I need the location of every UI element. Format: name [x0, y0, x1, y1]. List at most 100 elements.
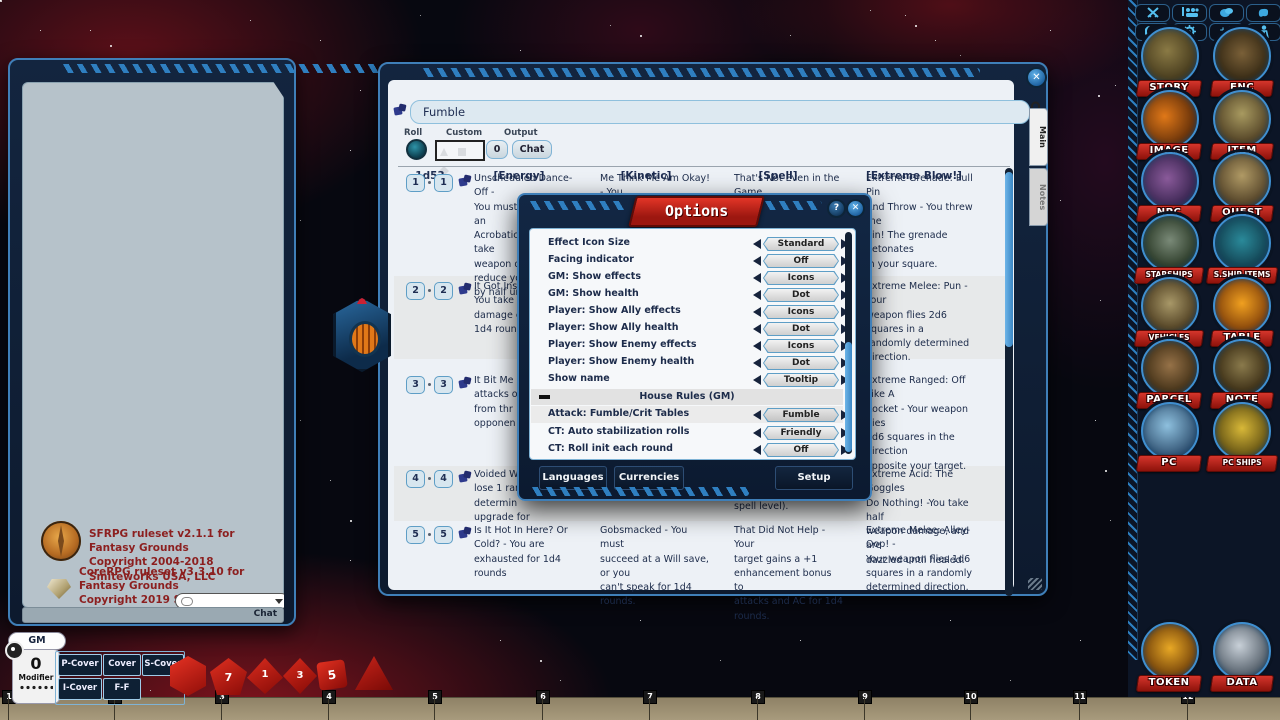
d4-die[interactable] [355, 656, 393, 690]
cycle-left-icon[interactable] [753, 273, 761, 283]
option-row[interactable]: CT: Auto stabilization rolls Friendly [531, 424, 843, 441]
p-cover-button[interactable]: P-Cover [58, 654, 102, 676]
options-title-banner[interactable]: Options [628, 196, 765, 227]
sidebar-portrait-enc[interactable] [1213, 27, 1271, 85]
option-value-pill[interactable]: Icons [763, 339, 839, 353]
sidebar-portrait-quest[interactable] [1213, 152, 1271, 210]
sidebar-portrait-story[interactable] [1141, 27, 1199, 85]
help-icon[interactable]: ? [827, 199, 846, 218]
map-edge[interactable] [0, 697, 1280, 720]
tab-main[interactable]: Main [1029, 108, 1048, 166]
option-row[interactable]: Player: Show Enemy effects Icons [531, 337, 843, 354]
setup-button[interactable]: Setup [775, 466, 853, 490]
chat-tab-label[interactable]: Chat [254, 609, 277, 619]
sidebar-item-token[interactable]: TOKEN [1136, 675, 1202, 692]
roll-from-badge[interactable]: 3 [406, 376, 425, 394]
option-value-pill[interactable]: Tooltip [763, 373, 839, 387]
roll-to-badge[interactable]: 3 [434, 376, 453, 394]
f-f-button[interactable]: F-F [103, 678, 141, 700]
option-value-pill[interactable]: Icons [763, 271, 839, 285]
cycle-left-icon[interactable] [753, 256, 761, 266]
table-scrollbar-track[interactable] [1005, 168, 1013, 596]
modifier-badge-icon[interactable] [5, 641, 24, 660]
row-dice-icon[interactable] [458, 174, 472, 188]
cycle-left-icon[interactable] [753, 341, 761, 351]
sidebar-portrait-npc[interactable] [1141, 152, 1199, 210]
option-row[interactable]: GM: Show effects Icons [531, 269, 843, 286]
options-dialog[interactable]: Options ? ✕ Effect Icon Size Standard Fa… [517, 193, 872, 501]
sidebar-item-pc-ships[interactable]: PC SHIPS [1206, 455, 1278, 472]
cycle-left-icon[interactable] [753, 410, 761, 420]
row-dice-icon[interactable] [458, 470, 472, 484]
sidebar-portrait-sship-items[interactable] [1213, 214, 1271, 272]
close-icon[interactable]: ✕ [846, 199, 865, 218]
option-row[interactable]: Effect Icon Size Standard [531, 235, 843, 252]
chat-window[interactable]: SFRPG ruleset v2.1.1 for Fantasy Grounds… [8, 58, 296, 626]
options-section-house-rules[interactable]: House Rules (GM) [531, 389, 843, 405]
option-row[interactable]: Player: Show Ally health Dot [531, 320, 843, 337]
option-value-pill[interactable]: Dot [763, 288, 839, 302]
sidebar-portrait-parcel[interactable] [1141, 339, 1199, 397]
option-value-pill[interactable]: Off [763, 254, 839, 268]
d8-die[interactable]: 3 [283, 658, 317, 694]
tokens-bag-button[interactable] [1209, 4, 1244, 22]
option-value-pill[interactable]: Dot [763, 356, 839, 370]
option-row[interactable]: GM: Show health Dot [531, 286, 843, 303]
combat-tracker-button[interactable] [1135, 4, 1170, 22]
option-value-pill[interactable]: Off [763, 443, 839, 457]
custom-count-button[interactable]: 0 [486, 140, 508, 159]
option-value-pill[interactable]: Friendly [763, 426, 839, 440]
options-scrollbar-thumb[interactable] [845, 342, 852, 452]
option-row[interactable]: Show name Tooltip [531, 371, 843, 388]
roll-to-badge[interactable]: 4 [434, 470, 453, 488]
table-title-field[interactable]: Fumble [410, 100, 1030, 124]
roll-from-badge[interactable]: 5 [406, 526, 425, 544]
cycle-left-icon[interactable] [753, 358, 761, 368]
option-row[interactable]: Player: Show Enemy health Dot [531, 354, 843, 371]
roll-from-badge[interactable]: 2 [406, 282, 425, 300]
cycle-left-icon[interactable] [753, 239, 761, 249]
output-chat-button[interactable]: Chat [512, 140, 552, 159]
chat-log[interactable]: SFRPG ruleset v2.1.1 for Fantasy Grounds… [22, 82, 284, 608]
option-value-pill[interactable]: Icons [763, 305, 839, 319]
roll-button[interactable] [406, 139, 427, 160]
maps-button[interactable] [1246, 4, 1280, 22]
d6-die[interactable]: 5 [316, 659, 348, 691]
d10-die[interactable]: 1 [247, 658, 283, 694]
tab-notes[interactable]: Notes [1029, 168, 1048, 226]
i-cover-button[interactable]: I-Cover [58, 678, 102, 700]
close-icon[interactable]: ✕ [1026, 67, 1047, 88]
cycle-left-icon[interactable] [753, 445, 761, 455]
party-sheet-button[interactable] [1172, 4, 1207, 22]
chat-entry-bar[interactable]: Chat [22, 607, 284, 623]
option-row[interactable]: Facing indicator Off [531, 252, 843, 269]
sidebar-portrait-data[interactable] [1213, 622, 1271, 680]
roll-to-badge[interactable]: 2 [434, 282, 453, 300]
roll-from-badge[interactable]: 1 [406, 174, 425, 192]
cycle-left-icon[interactable] [753, 290, 761, 300]
cycle-left-icon[interactable] [753, 307, 761, 317]
sidebar-portrait-note[interactable] [1213, 339, 1271, 397]
table-scrollbar-thumb[interactable] [1005, 172, 1013, 347]
sidebar-portrait-vehicles[interactable] [1141, 277, 1199, 335]
sidebar-item-data[interactable]: DATA [1210, 675, 1274, 692]
row-dice-icon[interactable] [458, 282, 472, 296]
d12-die[interactable]: 7 [210, 658, 247, 695]
options-scrollbar-track[interactable] [845, 232, 852, 454]
option-value-pill[interactable]: Dot [763, 322, 839, 336]
sidebar-portrait-table[interactable] [1213, 277, 1271, 335]
sidebar-portrait-item[interactable] [1213, 90, 1271, 148]
resize-grip[interactable] [1028, 578, 1042, 590]
option-value-pill[interactable]: Standard [763, 237, 839, 251]
sidebar-portrait-token[interactable] [1141, 622, 1199, 680]
custom-dice-slots[interactable] [435, 140, 485, 161]
cover-button[interactable]: Cover [103, 654, 141, 676]
sidebar-portrait-pc-ships[interactable] [1213, 402, 1271, 460]
roll-to-badge[interactable]: 5 [434, 526, 453, 544]
cycle-left-icon[interactable] [753, 375, 761, 385]
sidebar-portrait-pc[interactable] [1141, 402, 1199, 460]
sidebar-item-pc[interactable]: PC [1136, 455, 1202, 472]
table-window-titlebar[interactable] [420, 68, 980, 77]
row-dice-icon[interactable] [458, 526, 472, 540]
option-row[interactable]: CT: Roll init each round Off [531, 441, 843, 458]
